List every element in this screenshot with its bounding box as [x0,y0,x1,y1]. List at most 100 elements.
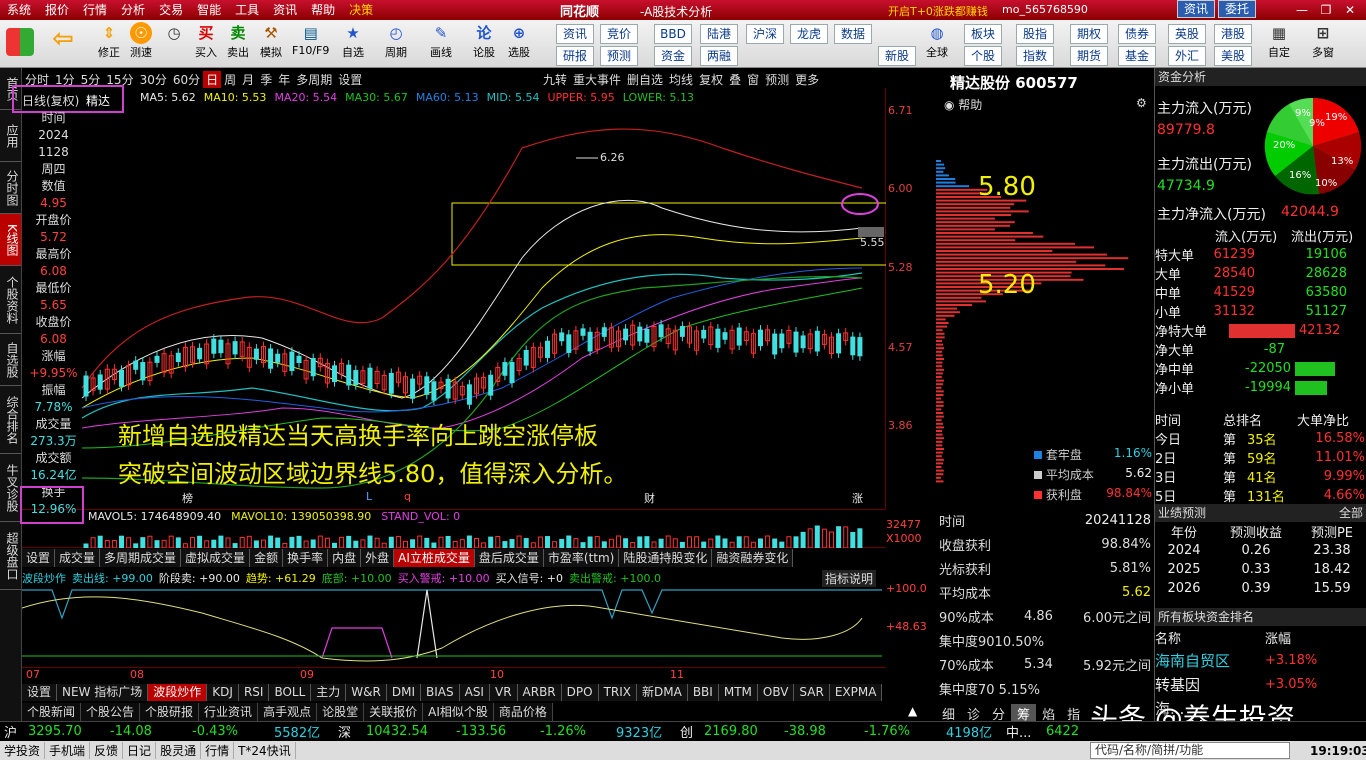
toolbar-grid-button[interactable]: 龙虎 [790,24,828,44]
vol-tab-virtualvol[interactable]: 虚拟成交量 [181,549,251,567]
toolbar-grid-button[interactable]: 两融 [700,46,738,66]
ind-tab-obv[interactable]: OBV [758,684,795,701]
ind-tab-trix[interactable]: TRIX [599,684,638,701]
tool-ma[interactable]: 均线 [666,71,696,88]
back-button[interactable]: ⇦ [52,26,74,52]
toolbar-grid-button[interactable]: 期货 [1070,46,1108,66]
toolbar-grid-button[interactable]: 预测 [600,46,638,66]
period-month[interactable]: 月 [239,71,257,88]
bottom-feedback[interactable]: 反馈 [90,742,124,759]
menu-system[interactable]: 系统 [0,0,38,20]
vol-tab-outer[interactable]: 外盘 [361,549,395,567]
period-60m[interactable]: 60分 [170,71,203,88]
nav-watchlist[interactable]: 自选股 [0,334,21,386]
toolbar-grid-button[interactable]: 基金 [1118,46,1156,66]
ind-tab-wave[interactable]: 波段炒作 [148,684,208,701]
menu-news[interactable]: 资讯 [266,0,304,20]
draw-button[interactable]: ✎ 画线 [430,22,452,60]
ind-tab-newdma[interactable]: 新DMA [637,684,688,701]
toolbar-grid-button[interactable]: 资金 [654,46,692,66]
ind-tab-wr[interactable]: W&R [346,684,387,701]
home-grid-button[interactable] [6,22,34,56]
vol-tab-hk[interactable]: 陆股通持股变化 [619,549,713,567]
period-year[interactable]: 年 [275,71,293,88]
period-quarter[interactable]: 季 [257,71,275,88]
news-tab-research[interactable]: 个股研报 [140,703,200,721]
menu-quote[interactable]: 报价 [38,0,76,20]
ind-tab-boll[interactable]: BOLL [269,684,312,701]
simulate-button[interactable]: ⚒ 模拟 [260,22,282,60]
tool-remove-watch[interactable]: 删自选 [624,71,666,88]
bottom-flash[interactable]: T*24快讯 [234,742,296,759]
menu-market[interactable]: 行情 [76,0,114,20]
ind-tab-rsi[interactable]: RSI [239,684,270,701]
bottom-learn[interactable]: 学投资 [0,742,46,759]
forecast-all-link[interactable]: 全部 [1339,504,1366,522]
news-button[interactable]: 资讯 [1177,0,1216,18]
news-tab-stock-news[interactable]: 个股新闻 [22,703,82,721]
nav-kline[interactable]: K线图 [0,214,21,266]
nav-superorder[interactable]: 超级盘口 [0,522,21,590]
speed-button[interactable]: ☉ 测速 [130,22,152,60]
vol-tab-amount[interactable]: 金额 [250,549,284,567]
news-tab-expert[interactable]: 高手观点 [258,703,318,721]
menu-trade[interactable]: 交易 [152,0,190,20]
bottom-stocklink[interactable]: 股灵通 [156,742,202,759]
ind-tab-square[interactable]: NEW 指标广场 [57,684,149,701]
restore-icon[interactable]: ❐ [1314,1,1338,19]
ind-tab-arbr[interactable]: ARBR [518,684,562,701]
account-name[interactable]: mo_565768590 [1002,3,1088,16]
nav-diagnose[interactable]: 牛叉诊股 [0,454,21,522]
tool-window[interactable]: 窗 [744,71,762,88]
ind-tab-main[interactable]: 主力 [311,684,347,701]
toolbar-grid-button[interactable]: 港股 [1214,24,1252,44]
gear-icon[interactable]: ⚙ [1136,96,1147,110]
toolbar-grid-button[interactable]: 期权 [1070,24,1108,44]
toolbar-grid-button[interactable]: 陆港 [700,24,738,44]
tool-more[interactable]: 更多 [792,71,822,88]
custom-button[interactable]: ▦ 自定 [1268,22,1290,60]
toolbar-grid-button[interactable]: 沪深 [746,24,784,44]
nav-ranking[interactable]: 综合排名 [0,386,21,454]
period-30m[interactable]: 30分 [137,71,170,88]
nav-profile[interactable]: 个股资料 [0,266,21,334]
ind-tab-bias[interactable]: BIAS [421,684,460,701]
period-week[interactable]: 周 [221,71,239,88]
vol-tab-ai[interactable]: AI立桩成交量 [394,549,475,567]
close-icon[interactable]: ✕ [1338,1,1362,19]
tool-adjust[interactable]: 复权 [696,71,726,88]
vol-tab-inner[interactable]: 内盘 [328,549,362,567]
menu-tools[interactable]: 工具 [228,0,266,20]
toolbar-grid-button[interactable]: 个股 [964,46,1002,66]
ind-tab-kdj[interactable]: KDJ [207,684,239,701]
toolbar-grid-button[interactable]: 美股 [1214,46,1252,66]
vol-tab-pe[interactable]: 市盈率(ttm) [544,549,620,567]
bottom-diary[interactable]: 日记 [123,742,157,759]
toolbar-grid-button[interactable]: 英股 [1168,24,1206,44]
bottom-mobile[interactable]: 手机端 [45,742,91,759]
f10-button[interactable]: ▤ F10/F9 [292,22,329,57]
tool-events[interactable]: 重大事件 [570,71,624,88]
news-tab-announcements[interactable]: 个股公告 [81,703,141,721]
menu-smart[interactable]: 智能 [190,0,228,20]
order-button[interactable]: 委托 [1218,0,1257,18]
ind-tab-expma[interactable]: EXPMA [830,684,883,701]
vol-tab-multivol[interactable]: 多周期成交量 [100,549,182,567]
collapse-up-icon[interactable]: ▲ [908,704,917,718]
tool-overlay[interactable]: 叠 [726,71,744,88]
toolbar-grid-button[interactable]: 指数 [1016,46,1054,66]
chip-distribution[interactable] [936,88,1154,508]
period-day[interactable]: 日 [203,70,222,88]
vol-tab-turnover[interactable]: 换手率 [283,549,329,567]
search-input[interactable]: 代码/名称/简拼/功能 [1090,742,1290,759]
ind-tab-sar[interactable]: SAR [794,684,830,701]
news-tab-industry[interactable]: 行业资讯 [199,703,259,721]
tool-forecast[interactable]: 预测 [762,71,792,88]
news-tab-commodity[interactable]: 商品价格 [494,703,553,721]
menu-help[interactable]: 帮助 [304,0,342,20]
sell-button[interactable]: 卖卖出 [227,22,249,60]
toolbar-grid-button[interactable]: 资讯 [556,24,594,44]
nav-apps[interactable]: 应用 [0,110,21,162]
ind-tab-settings[interactable]: 设置 [22,684,58,701]
multiwindow-button[interactable]: ⊞ 多窗 [1312,22,1334,60]
